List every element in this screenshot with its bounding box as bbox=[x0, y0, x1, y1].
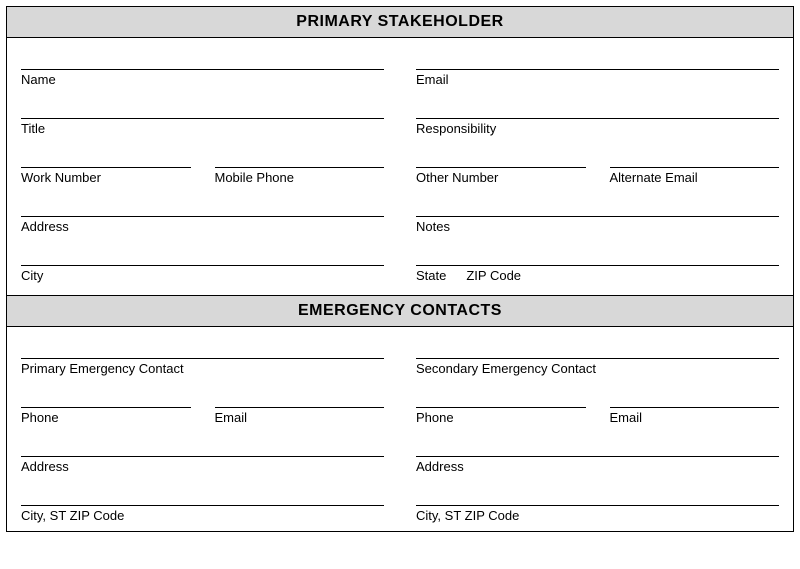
secondary-contact-field[interactable]: Secondary Emergency Contact bbox=[416, 335, 779, 376]
stakeholder-form: PRIMARY STAKEHOLDER Name Email Title bbox=[6, 6, 794, 532]
primary-city-st-zip-field[interactable]: City, ST ZIP Code bbox=[21, 482, 384, 523]
other-number-field[interactable]: Other Number bbox=[416, 144, 586, 185]
secondary-contact-label: Secondary Emergency Contact bbox=[416, 359, 779, 376]
primary-contact-field[interactable]: Primary Emergency Contact bbox=[21, 335, 384, 376]
mobile-phone-label: Mobile Phone bbox=[215, 168, 385, 185]
name-label: Name bbox=[21, 70, 384, 87]
primary-address-field[interactable]: Address bbox=[21, 433, 384, 474]
primary-section-body: Name Email Title Responsibilit bbox=[7, 46, 793, 295]
primary-city-st-zip-label: City, ST ZIP Code bbox=[21, 506, 384, 523]
primary-address-label: Address bbox=[21, 457, 384, 474]
email-label: Email bbox=[416, 70, 779, 87]
state-label: State bbox=[416, 268, 446, 283]
secondary-email-label: Email bbox=[610, 408, 780, 425]
title-field[interactable]: Title bbox=[21, 95, 384, 136]
city-label: City bbox=[21, 266, 384, 283]
secondary-phone-field[interactable]: Phone bbox=[416, 384, 586, 425]
other-number-label: Other Number bbox=[416, 168, 586, 185]
secondary-city-st-zip-field[interactable]: City, ST ZIP Code bbox=[416, 482, 779, 523]
alternate-email-label: Alternate Email bbox=[610, 168, 780, 185]
secondary-phone-label: Phone bbox=[416, 408, 586, 425]
work-number-label: Work Number bbox=[21, 168, 191, 185]
primary-contact-label: Primary Emergency Contact bbox=[21, 359, 384, 376]
responsibility-label: Responsibility bbox=[416, 119, 779, 136]
emergency-section-body: Primary Emergency Contact Secondary Emer… bbox=[7, 335, 793, 531]
primary-phone-label: Phone bbox=[21, 408, 191, 425]
address-label: Address bbox=[21, 217, 384, 234]
primary-section-header: PRIMARY STAKEHOLDER bbox=[7, 7, 793, 38]
secondary-city-st-zip-label: City, ST ZIP Code bbox=[416, 506, 779, 523]
work-number-field[interactable]: Work Number bbox=[21, 144, 191, 185]
secondary-address-field[interactable]: Address bbox=[416, 433, 779, 474]
title-label: Title bbox=[21, 119, 384, 136]
notes-field[interactable]: Notes bbox=[416, 193, 779, 234]
primary-email-field[interactable]: Email bbox=[215, 384, 385, 425]
mobile-phone-field[interactable]: Mobile Phone bbox=[215, 144, 385, 185]
name-field[interactable]: Name bbox=[21, 46, 384, 87]
secondary-address-label: Address bbox=[416, 457, 779, 474]
secondary-email-field[interactable]: Email bbox=[610, 384, 780, 425]
alternate-email-field[interactable]: Alternate Email bbox=[610, 144, 780, 185]
address-field[interactable]: Address bbox=[21, 193, 384, 234]
city-field[interactable]: City bbox=[21, 242, 384, 283]
primary-phone-field[interactable]: Phone bbox=[21, 384, 191, 425]
email-field[interactable]: Email bbox=[416, 46, 779, 87]
state-zip-field[interactable]: State ZIP Code bbox=[416, 242, 779, 283]
notes-label: Notes bbox=[416, 217, 779, 234]
zip-label: ZIP Code bbox=[466, 268, 521, 283]
emergency-section-header: EMERGENCY CONTACTS bbox=[7, 296, 793, 327]
primary-email-label: Email bbox=[215, 408, 385, 425]
responsibility-field[interactable]: Responsibility bbox=[416, 95, 779, 136]
